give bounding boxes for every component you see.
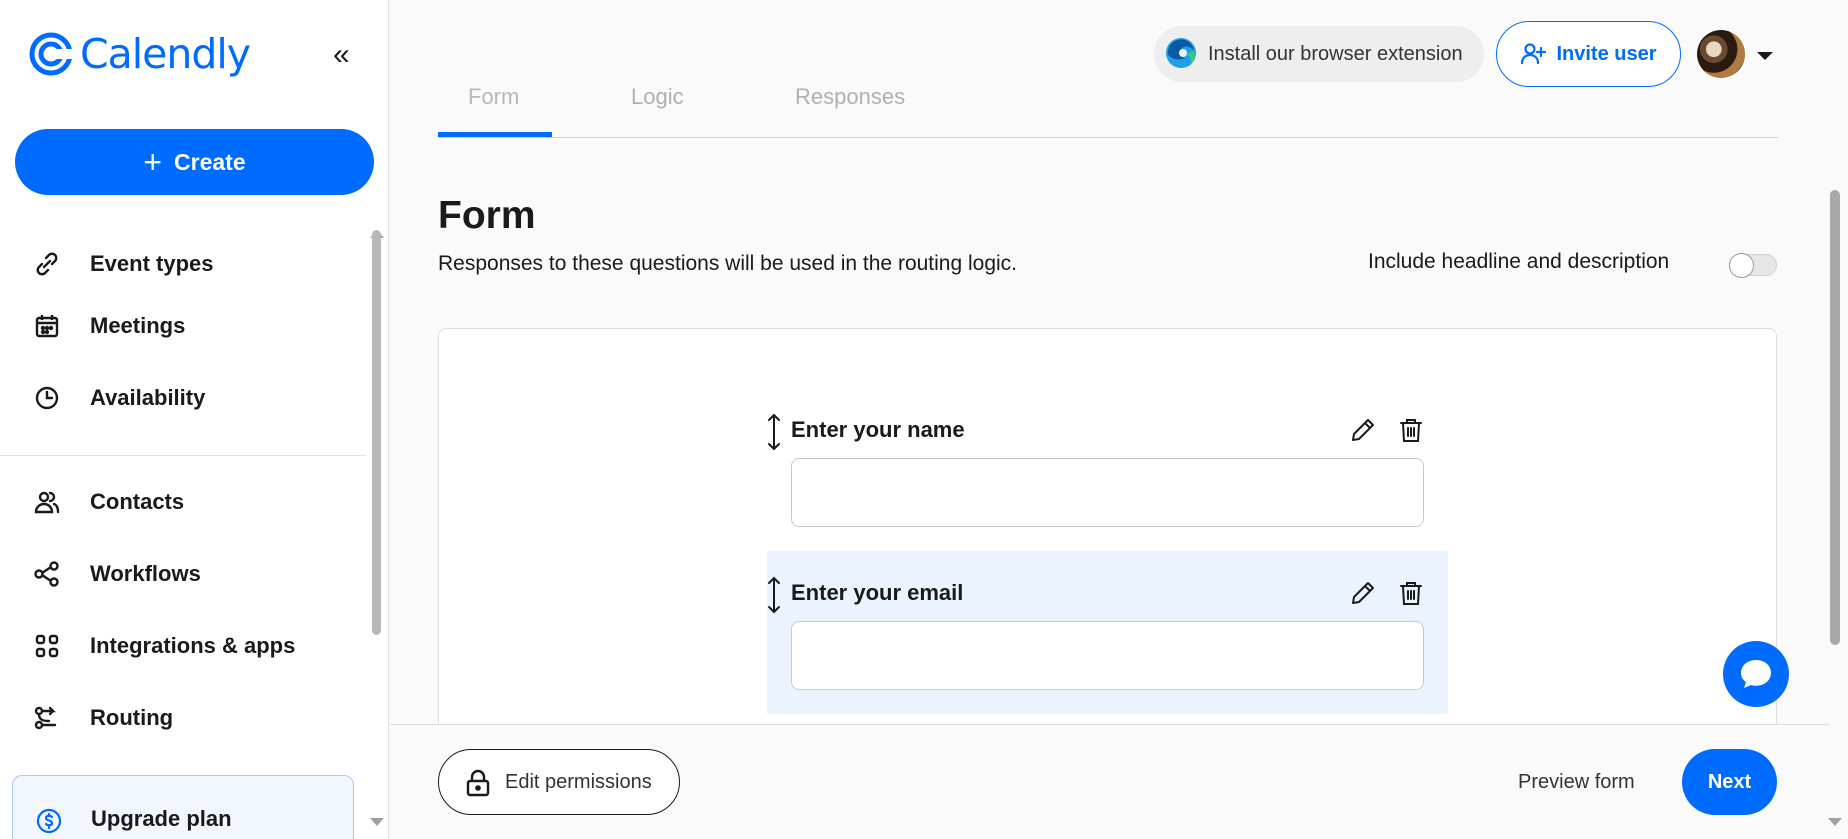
lock-icon (466, 769, 490, 797)
calendly-logo-icon (29, 32, 73, 76)
preview-form-link[interactable]: Preview form (1518, 771, 1635, 794)
grid-icon (35, 634, 59, 658)
sidebar: Calendly « + Create Event types Meetings… (0, 0, 389, 839)
sidebar-item-workflows[interactable]: Workflows (0, 544, 366, 604)
create-button[interactable]: + Create (15, 129, 374, 195)
form-description: Responses to these questions will be use… (438, 252, 1018, 275)
contacts-icon (34, 491, 60, 514)
sidebar-item-contacts[interactable]: Contacts (0, 472, 366, 532)
sidebar-item-event-types[interactable]: Event types (0, 234, 366, 294)
invite-label: Invite user (1556, 42, 1657, 65)
main-scrollbar[interactable] (1830, 190, 1840, 645)
calendly-logo[interactable]: Calendly (28, 30, 251, 78)
main-scroll-down[interactable] (1828, 818, 1842, 826)
form-field-email: Enter your email (767, 551, 1448, 714)
field-label: Enter your name (791, 417, 965, 442)
collapse-sidebar-button[interactable]: « (333, 40, 350, 70)
toggle-knob (1729, 253, 1754, 278)
sidebar-item-label: Contacts (90, 489, 185, 514)
headline-toggle[interactable] (1729, 253, 1777, 278)
upgrade-plan-button[interactable]: Upgrade plan (12, 775, 354, 839)
upgrade-label: Upgrade plan (91, 806, 232, 831)
create-label: Create (174, 148, 246, 175)
sidebar-item-label: Workflows (90, 561, 201, 586)
brand-name: Calendly (80, 30, 251, 78)
permissions-label: Edit permissions (505, 770, 652, 793)
drag-handle-icon[interactable] (767, 412, 781, 452)
trash-icon[interactable] (1398, 416, 1424, 444)
active-tab-indicator (438, 132, 552, 137)
edge-browser-icon (1166, 38, 1196, 68)
tab-responses[interactable]: Responses (795, 84, 905, 110)
clock-icon (35, 386, 59, 410)
sidebar-item-integrations[interactable]: Integrations & apps (0, 616, 366, 676)
headline-toggle-label: Include headline and description (1368, 250, 1670, 273)
pencil-icon[interactable] (1349, 416, 1377, 444)
edit-permissions-button[interactable]: Edit permissions (438, 749, 680, 815)
sidebar-scrollbar[interactable] (372, 230, 381, 635)
sidebar-item-label: Availability (90, 385, 206, 410)
sidebar-item-label: Integrations & apps (90, 633, 296, 658)
add-user-icon (1521, 43, 1547, 65)
install-extension-button[interactable]: Install our browser extension (1154, 26, 1484, 82)
tab-logic[interactable]: Logic (631, 84, 684, 110)
sidebar-item-routing[interactable]: Routing (0, 688, 366, 748)
sidebar-item-label: Routing (90, 705, 174, 730)
email-field[interactable] (791, 621, 1424, 690)
sidebar-divider (0, 455, 366, 456)
calendar-icon (35, 315, 59, 338)
sidebar-item-meetings[interactable]: Meetings (0, 296, 366, 356)
link-icon (36, 252, 58, 276)
invite-user-button[interactable]: Invite user (1496, 21, 1681, 87)
routing-icon (34, 706, 57, 730)
drag-handle-icon[interactable] (767, 575, 781, 615)
chat-bubble-icon (1741, 660, 1771, 688)
chevron-down-icon[interactable] (1757, 52, 1773, 60)
dollar-icon (36, 808, 62, 834)
page-title: Form (438, 194, 536, 237)
sidebar-scroll-down[interactable] (370, 818, 384, 826)
workflow-icon (34, 561, 59, 587)
field-label: Enter your email (791, 580, 964, 605)
tab-form[interactable]: Form (468, 84, 519, 110)
pencil-icon[interactable] (1349, 579, 1377, 607)
avatar[interactable] (1697, 30, 1745, 78)
chat-button[interactable] (1723, 641, 1789, 707)
sidebar-item-label: Meetings (90, 313, 186, 338)
extension-label: Install our browser extension (1208, 42, 1463, 65)
next-button[interactable]: Next (1682, 749, 1777, 815)
sidebar-item-availability[interactable]: Availability (0, 368, 366, 428)
sidebar-item-label: Event types (90, 251, 214, 276)
form-field-name: Enter your name (767, 394, 1448, 557)
name-field[interactable] (791, 458, 1424, 527)
trash-icon[interactable] (1398, 579, 1424, 607)
plus-icon: + (143, 144, 163, 180)
